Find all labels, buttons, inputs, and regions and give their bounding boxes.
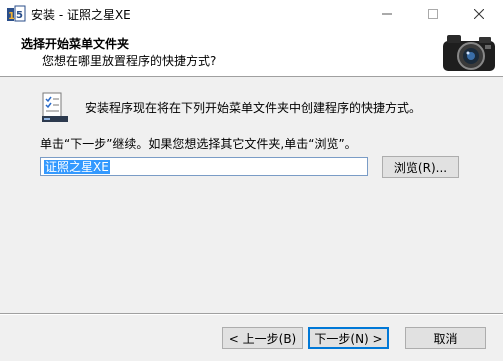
next-button[interactable]: 下一步(N) >	[308, 327, 389, 349]
page-title: 选择开始菜单文件夹	[21, 37, 130, 51]
svg-text:5: 5	[16, 10, 23, 21]
minimize-button[interactable]	[365, 0, 409, 28]
start-menu-folder-icon	[42, 92, 68, 122]
close-icon	[474, 9, 484, 19]
page-subtitle: 您想在哪里放置程序的快捷方式?	[42, 54, 217, 68]
intro-text: 安装程序现在将在下列开始菜单文件夹中创建程序的快捷方式。	[85, 101, 422, 115]
close-button[interactable]	[457, 0, 501, 28]
title-bar: 1 5 安装 - 证照之星XE	[0, 0, 503, 28]
instruction-text: 单击“下一步”继续。如果您想选择其它文件夹,单击“浏览”。	[40, 137, 357, 151]
maximize-button[interactable]	[411, 0, 455, 28]
cancel-button[interactable]: 取消	[405, 327, 486, 349]
window-title: 安装 - 证照之星XE	[31, 8, 131, 22]
camera-icon	[443, 35, 495, 71]
app-icon: 1 5	[7, 5, 26, 22]
footer-divider-highlight	[0, 314, 503, 315]
start-menu-folder-input[interactable]: 证照之星XE	[40, 157, 368, 176]
browse-button[interactable]: 浏览(R)...	[382, 156, 459, 178]
folder-input-value: 证照之星XE	[44, 160, 110, 174]
back-button[interactable]: < 上一步(B)	[222, 327, 303, 349]
minimize-icon	[382, 13, 392, 15]
wizard-header: 选择开始菜单文件夹 您想在哪里放置程序的快捷方式?	[0, 28, 503, 77]
maximize-icon	[428, 9, 438, 19]
svg-text:1: 1	[8, 11, 15, 22]
